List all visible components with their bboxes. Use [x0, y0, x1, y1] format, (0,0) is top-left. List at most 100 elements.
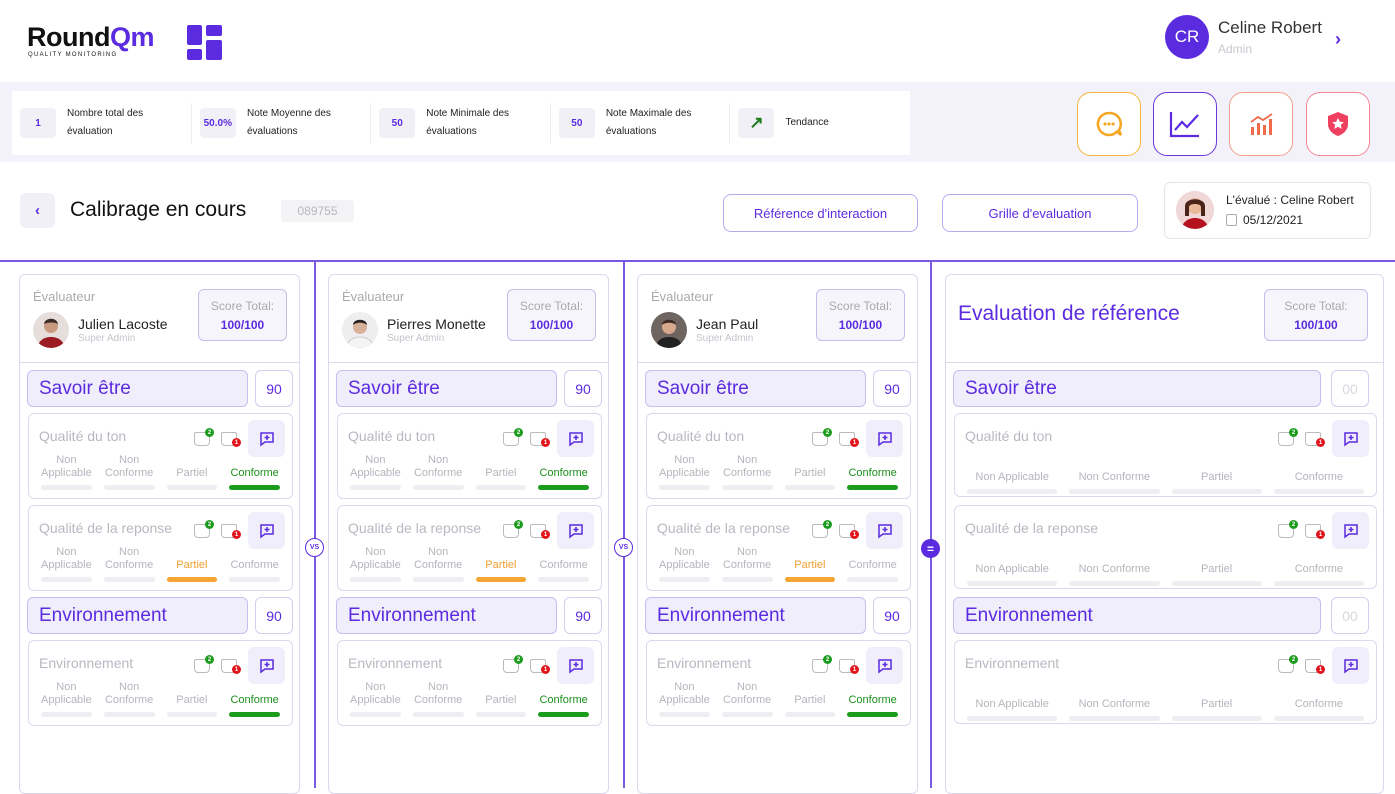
- rating-bar: [721, 577, 773, 582]
- line-chart-button[interactable]: [1153, 92, 1217, 156]
- rating-option[interactable]: Conforme: [223, 681, 286, 717]
- rating-option[interactable]: Non Applicable: [35, 454, 98, 490]
- back-button[interactable]: ‹: [20, 193, 55, 228]
- rating-option[interactable]: Partiel: [470, 546, 533, 582]
- rating-option[interactable]: Non Applicable: [961, 458, 1063, 494]
- rating-option[interactable]: Non Conforme: [407, 454, 470, 490]
- bar-chart-button[interactable]: [1229, 92, 1293, 156]
- rating-option[interactable]: Non Applicable: [961, 685, 1063, 721]
- section-savoir-etre[interactable]: Savoir être: [27, 370, 248, 407]
- rating-option[interactable]: Partiel: [470, 681, 533, 717]
- add-comment-button[interactable]: [248, 647, 285, 684]
- user-menu[interactable]: CR Celine Robert Admin ›: [1165, 15, 1341, 59]
- section-savoir-etre[interactable]: Savoir être: [953, 370, 1321, 407]
- rating-option[interactable]: Non Conforme: [98, 546, 161, 582]
- rating-option[interactable]: Non Applicable: [35, 546, 98, 582]
- section-environnement[interactable]: Environnement: [953, 597, 1321, 634]
- rating-option[interactable]: Non Conforme: [716, 454, 779, 490]
- avatar: [1176, 191, 1214, 229]
- rating-option[interactable]: Non Applicable: [653, 681, 716, 717]
- rating-bar: [784, 712, 836, 717]
- rating-options: Non Applicable Non Conforme Partiel Conf…: [955, 550, 1376, 586]
- rating-option[interactable]: Partiel: [779, 454, 842, 490]
- rating-option[interactable]: Partiel: [779, 681, 842, 717]
- user-name: Celine Robert: [1218, 18, 1322, 37]
- rating-option[interactable]: Non Applicable: [961, 550, 1063, 586]
- rating-option[interactable]: Partiel: [161, 681, 224, 717]
- rating-option[interactable]: Partiel: [779, 546, 842, 582]
- rating-option[interactable]: Non Conforme: [407, 681, 470, 717]
- avatar: [342, 312, 378, 348]
- rating-option[interactable]: Non Conforme: [407, 546, 470, 582]
- criterion-card: Qualité de la reponse 2 1 Non Applicable…: [28, 505, 293, 591]
- chevron-right-icon[interactable]: ›: [1335, 29, 1341, 50]
- rating-option[interactable]: Conforme: [841, 546, 904, 582]
- rating-option[interactable]: Partiel: [161, 546, 224, 582]
- score-total: Score Total: 100/100: [1264, 289, 1368, 341]
- rating-option[interactable]: Non Applicable: [344, 546, 407, 582]
- rating-option[interactable]: Conforme: [223, 546, 286, 582]
- rating-option[interactable]: Conforme: [1268, 685, 1370, 721]
- add-comment-button[interactable]: [1332, 647, 1369, 684]
- reference-interaction-button[interactable]: Référence d'interaction: [723, 194, 918, 232]
- section-environnement[interactable]: Environnement: [645, 597, 866, 634]
- evaluator-role: Super Admin: [387, 333, 445, 344]
- add-comment-button[interactable]: [248, 420, 285, 457]
- rating-option[interactable]: Non Conforme: [98, 454, 161, 490]
- rating-option[interactable]: Conforme: [223, 454, 286, 490]
- rating-option[interactable]: Partiel: [1166, 550, 1268, 586]
- section-savoir-etre[interactable]: Savoir être: [645, 370, 866, 407]
- dashboard-grid-icon[interactable]: [187, 25, 222, 60]
- shield-star-button[interactable]: [1306, 92, 1370, 156]
- rating-bar: [721, 485, 773, 490]
- rating-option[interactable]: Non Applicable: [344, 681, 407, 717]
- section-savoir-etre[interactable]: Savoir être: [336, 370, 557, 407]
- evaluator-name: Pierres Monette: [387, 316, 486, 332]
- equals-badge: =: [921, 539, 940, 558]
- add-comment-button[interactable]: [1332, 420, 1369, 457]
- rating-option[interactable]: Conforme: [532, 454, 595, 490]
- rating-option[interactable]: Non Conforme: [1063, 550, 1165, 586]
- rating-option[interactable]: Partiel: [470, 454, 533, 490]
- rating-option[interactable]: Non Conforme: [1063, 685, 1165, 721]
- section-environnement[interactable]: Environnement: [336, 597, 557, 634]
- rating-option[interactable]: Conforme: [532, 681, 595, 717]
- rating-option[interactable]: Non Applicable: [344, 454, 407, 490]
- rating-option[interactable]: Non Applicable: [653, 546, 716, 582]
- add-comment-button[interactable]: [557, 647, 594, 684]
- section-score: 90: [873, 370, 911, 407]
- rating-option[interactable]: Conforme: [841, 454, 904, 490]
- section-environnement[interactable]: Environnement: [27, 597, 248, 634]
- add-comment-button[interactable]: [866, 647, 903, 684]
- grille-evaluation-button[interactable]: Grille d'evaluation: [942, 194, 1138, 232]
- add-comment-button[interactable]: [557, 420, 594, 457]
- section-score: 90: [255, 370, 293, 407]
- vote-counts: 2 1: [1278, 428, 1330, 450]
- rating-option[interactable]: Partiel: [161, 454, 224, 490]
- app-logo[interactable]: RoundQm QUALITY MONITORING: [27, 22, 155, 58]
- add-comment-button[interactable]: [557, 512, 594, 549]
- rating-bar: [41, 577, 92, 582]
- reference-title: Evaluation de référence: [958, 302, 1180, 325]
- rating-option[interactable]: Non Conforme: [1063, 458, 1165, 494]
- rating-option[interactable]: Non Conforme: [716, 681, 779, 717]
- rating-option[interactable]: Non Applicable: [653, 454, 716, 490]
- add-comment-icon: [877, 431, 892, 446]
- chat-bubble-button[interactable]: [1077, 92, 1141, 156]
- rating-option[interactable]: Partiel: [1166, 458, 1268, 494]
- rating-bar: [229, 712, 280, 717]
- rating-option[interactable]: Partiel: [1166, 685, 1268, 721]
- rating-option[interactable]: Non Applicable: [35, 681, 98, 717]
- rating-option[interactable]: Conforme: [841, 681, 904, 717]
- rating-option[interactable]: Non Conforme: [716, 546, 779, 582]
- add-comment-button[interactable]: [248, 512, 285, 549]
- rating-option[interactable]: Conforme: [1268, 550, 1370, 586]
- add-comment-button[interactable]: [866, 420, 903, 457]
- rating-option[interactable]: Conforme: [532, 546, 595, 582]
- rating-option[interactable]: Conforme: [1268, 458, 1370, 494]
- criterion-title: Qualité du ton: [657, 428, 745, 444]
- add-comment-button[interactable]: [1332, 512, 1369, 549]
- add-comment-button[interactable]: [866, 512, 903, 549]
- add-comment-icon: [259, 431, 274, 446]
- rating-option[interactable]: Non Conforme: [98, 681, 161, 717]
